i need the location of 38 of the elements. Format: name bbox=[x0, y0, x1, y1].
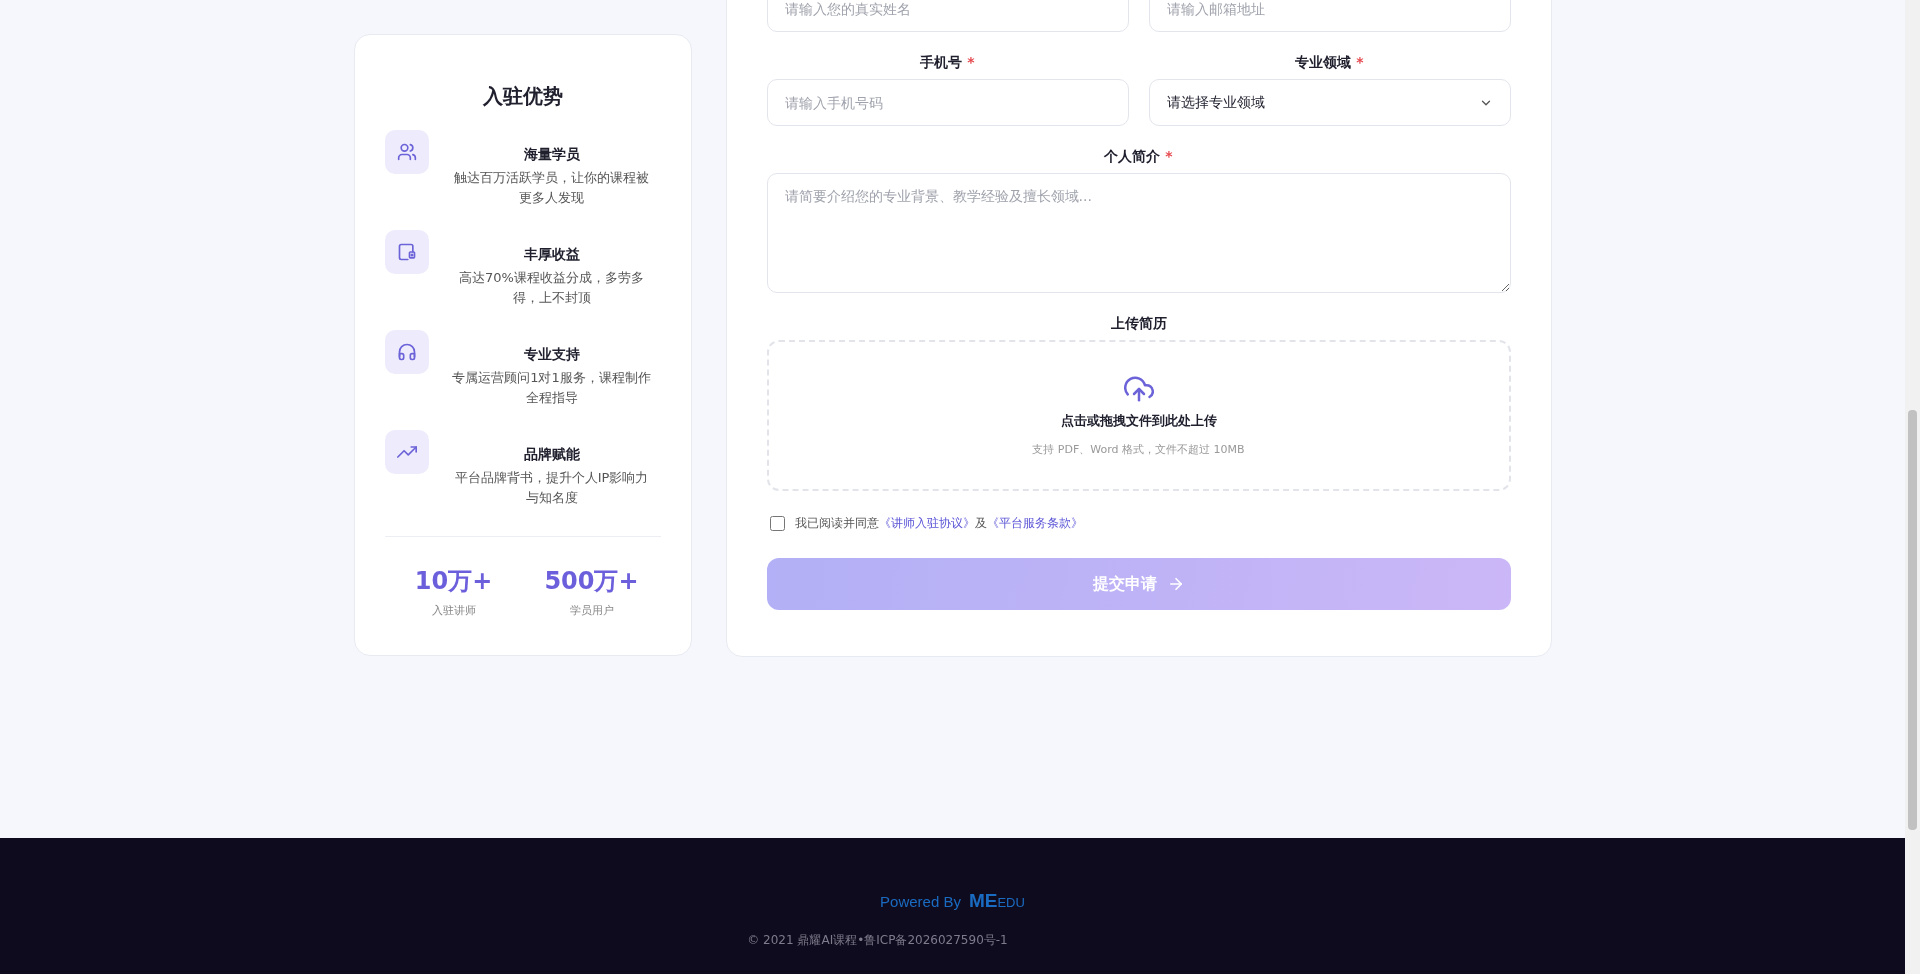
select-field[interactable]: 请选择专业领域 bbox=[1148, 79, 1511, 126]
agreement-text: 我已阅读并同意 bbox=[794, 515, 879, 532]
agreement-link[interactable]: 《讲师入驻协议》 bbox=[878, 515, 975, 532]
input-field[interactable]: 请输入手机号码 bbox=[766, 79, 1129, 126]
benefit-title: 品牌赋能 bbox=[522, 446, 581, 464]
cloud-upload-icon bbox=[1123, 374, 1154, 404]
powered-by-text: Powered By bbox=[880, 892, 961, 910]
upload-dropzone[interactable]: 点击或拖拽文件到此处上传 支持 PDF、Word 格式，文件不超过 10MB bbox=[766, 340, 1511, 491]
input-field[interactable]: 请输入您的真实姓名 bbox=[766, 0, 1129, 32]
agreement-text: 及 bbox=[974, 515, 987, 532]
field-label: 上传简历 bbox=[1109, 315, 1168, 333]
benefit-description: 高达70%课程收益分成，多劳多得，上不封顶 bbox=[458, 269, 645, 307]
benefit-title: 专业支持 bbox=[522, 346, 581, 364]
benefit-title: 丰厚收益 bbox=[522, 246, 581, 264]
input-field[interactable]: 请输入邮箱地址 bbox=[1148, 0, 1511, 32]
card-title: 入驻优势 bbox=[481, 83, 564, 110]
benefit-description: 专属运营顾问1对1服务，课程制作全程指导 bbox=[451, 369, 652, 407]
users-icon bbox=[396, 142, 417, 162]
stat-label: 入驻讲师 bbox=[430, 603, 477, 618]
stat-value: 500万+ bbox=[543, 566, 640, 597]
copyright-text: © 2021 鼎耀AI课程•鲁ICP备2026027590号-1 bbox=[747, 932, 1008, 949]
headphones-icon bbox=[396, 342, 417, 362]
upload-title: 点击或拖拽文件到此处上传 bbox=[1060, 412, 1217, 430]
agreement-checkbox[interactable] bbox=[769, 516, 785, 531]
logo: MEEDU bbox=[968, 890, 1025, 912]
terms-link[interactable]: 《平台服务条款》 bbox=[986, 515, 1083, 532]
scrollbar[interactable] bbox=[1905, 0, 1920, 974]
field-label: 个人简介 * bbox=[1103, 148, 1174, 166]
field-label: 专业领域 * bbox=[1294, 54, 1365, 72]
field-label: 手机号 * bbox=[919, 54, 976, 72]
textarea-field[interactable]: 请简要介绍您的专业背景、教学经验及擅长领域... bbox=[766, 173, 1511, 293]
benefit-title: 海量学员 bbox=[522, 146, 581, 164]
upload-hint: 支持 PDF、Word 格式，文件不超过 10MB bbox=[1032, 442, 1245, 457]
stat-value: 10万+ bbox=[413, 566, 494, 597]
benefit-description: 平台品牌背书，提升个人IP影响力与知名度 bbox=[453, 469, 650, 507]
wallet-icon bbox=[396, 242, 417, 262]
stat-label: 学员用户 bbox=[568, 603, 615, 618]
benefit-description: 触达百万活跃学员，让你的课程被更多人发现 bbox=[453, 169, 650, 207]
